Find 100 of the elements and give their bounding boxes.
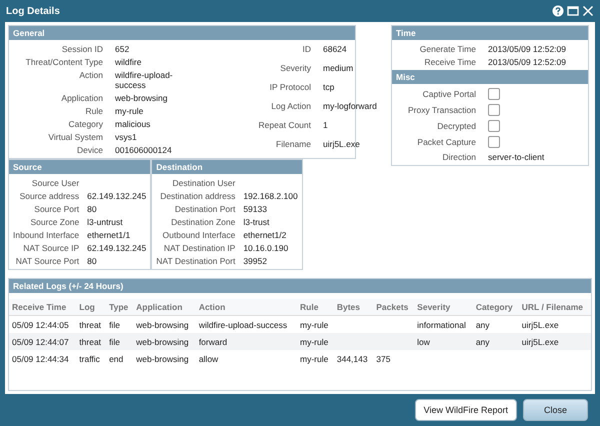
field-value: uirj5L.exe [323, 139, 361, 149]
field-label: Source address [18, 191, 80, 201]
panel-header: Time [392, 26, 588, 40]
field-label: NAT Destination Port [156, 256, 236, 266]
field-value: l3-untrust [87, 217, 124, 227]
field-value: l3-trust [243, 217, 270, 227]
field-label: Source Port [33, 204, 80, 214]
table-cell: uirj5L.exe [522, 336, 559, 346]
table-cell: 375 [376, 354, 390, 364]
table-cell: low [417, 336, 430, 346]
field-label: Severity [279, 63, 311, 73]
panel-header: General [9, 26, 355, 40]
table-cell: 05/09 12:44:34 [12, 354, 69, 364]
field-label: Captive Portal [422, 89, 476, 99]
table-cell: 344,143 [336, 354, 368, 364]
field-value: medium [323, 63, 354, 73]
column-header[interactable]: Bytes [334, 299, 374, 316]
field-value: 80 [87, 256, 98, 266]
maximize-icon[interactable] [567, 5, 579, 17]
field-value: server-to-client [488, 152, 546, 162]
column-header[interactable]: Log [76, 299, 106, 316]
field-label: Decrypted [436, 121, 476, 131]
field-value: 59133 [243, 204, 268, 214]
table-cell: 05/09 12:44:07 [12, 336, 69, 346]
table-cell: end [109, 354, 124, 364]
checkbox[interactable] [488, 120, 500, 132]
table-cell: my-rule [300, 320, 328, 330]
column-header[interactable]: Category [472, 299, 519, 316]
field-label: Category [68, 119, 103, 129]
table-cell: 05/09 12:44:05 [12, 320, 69, 330]
column-header[interactable]: Application [133, 299, 196, 316]
column-header[interactable]: URL / Filename [518, 299, 591, 316]
field-value: 2013/05/09 12:52:09 [488, 44, 567, 54]
field-value: 192.168.2.100 [243, 191, 298, 201]
table-cell: allow [198, 354, 218, 364]
close-button[interactable]: Close [522, 399, 588, 421]
field-label: Application [60, 93, 103, 103]
checkbox[interactable] [488, 88, 500, 100]
table-cell: web-browsing [136, 354, 189, 364]
field-value: 001606000124 [115, 145, 173, 155]
window-title: Log Details [6, 6, 60, 16]
table-cell: uirj5L.exe [522, 320, 559, 330]
field-value: 62.149.132.245 [87, 191, 146, 201]
column-header[interactable]: Action [196, 299, 298, 316]
field-label: Threat/Content Type [24, 57, 103, 67]
panel-header: Destination [152, 160, 302, 174]
field-label: IP Protocol [268, 82, 311, 92]
field-label: Repeat Count [258, 120, 311, 130]
field-label: Log Action [270, 101, 311, 111]
close-icon[interactable] [582, 5, 594, 17]
field-value: wildfire-upload-success [115, 70, 174, 90]
table-cell: any [476, 320, 490, 330]
column-header[interactable]: Severity [414, 299, 473, 316]
table-cell: any [476, 336, 490, 346]
field-value: vsys1 [115, 132, 138, 142]
report-button[interactable]: View WildFire Report [414, 399, 517, 421]
field-label: Virtual System [47, 132, 103, 142]
column-header[interactable]: Type [106, 299, 134, 316]
panel-header: Source [9, 160, 150, 174]
column-header[interactable]: Packets [373, 299, 414, 316]
field-value: web-browsing [115, 93, 168, 103]
field-label: Session ID [60, 44, 103, 54]
field-label: ID [302, 44, 311, 54]
field-label: Source User [30, 178, 80, 188]
field-value: 10.16.0.190 [243, 243, 290, 253]
table-cell: my-rule [300, 354, 328, 364]
field-label: Action [78, 70, 103, 80]
field-label: Filename [275, 139, 311, 149]
field-label: Direction [441, 152, 476, 162]
checkbox[interactable] [488, 104, 500, 116]
field-value: 39952 [243, 256, 268, 266]
table-cell: web-browsing [136, 336, 189, 346]
field-label: Packet Capture [416, 137, 476, 147]
field-label: Source Zone [30, 217, 80, 227]
field-value: malicious [115, 119, 152, 129]
field-value: 62.149.132.245 [87, 243, 146, 253]
field-label: NAT Source Port [14, 256, 80, 266]
table-cell: my-rule [300, 336, 328, 346]
table-cell: threat [79, 320, 102, 330]
field-label: Receive Time [424, 57, 476, 67]
field-value: 652 [115, 44, 130, 54]
field-value: 2013/05/09 12:52:09 [488, 57, 567, 67]
table-cell: informational [417, 320, 466, 330]
help-icon[interactable] [552, 5, 564, 17]
field-value: 68624 [323, 44, 348, 54]
checkbox[interactable] [488, 136, 500, 148]
field-label: Destination Port [174, 204, 236, 214]
column-header[interactable]: Receive Time [9, 299, 76, 316]
field-value: tcp [323, 82, 336, 92]
table-cell: wildfire-upload-success [198, 320, 288, 330]
field-value: 1 [323, 120, 329, 130]
field-value: 80 [87, 204, 98, 214]
column-header[interactable]: Rule [297, 299, 334, 316]
field-label: Outbound Interface [162, 230, 236, 240]
field-label: Destination address [159, 191, 236, 201]
field-value: ethernet1/2 [243, 230, 288, 240]
field-label: Device [76, 145, 103, 155]
panel-header: Related Logs (+/- 24 Hours) [9, 279, 591, 293]
field-label: Rule [84, 106, 103, 116]
field-label: NAT Source IP [22, 243, 80, 253]
